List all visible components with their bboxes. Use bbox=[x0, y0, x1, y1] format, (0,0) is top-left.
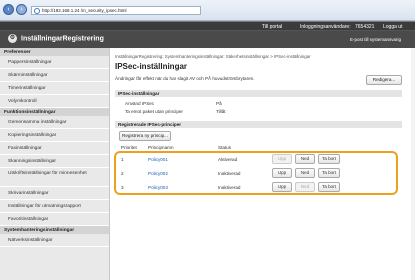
browser-page-icon bbox=[34, 8, 40, 14]
register-policy-button[interactable]: Registrera ny princip... bbox=[119, 131, 171, 141]
restart-notice: Ändringar får effekt när du har slagit A… bbox=[115, 76, 255, 81]
brand-title: ⚙ InställningarRegistrering bbox=[8, 34, 104, 43]
use-ipsec-value: På bbox=[216, 101, 222, 106]
policy-highlight-frame bbox=[114, 151, 398, 195]
sidebar-item-network[interactable]: Nätverksinställningar bbox=[0, 234, 109, 247]
sidebar-item-favorites[interactable]: Favoritinställningar bbox=[0, 213, 109, 226]
sidebar-item-printer[interactable]: Skrivarinställningar bbox=[0, 187, 109, 200]
sidebar-item-output-report[interactable]: Inställningar för utmatningsrapport bbox=[0, 200, 109, 213]
accept-value: Tillåt bbox=[216, 109, 226, 114]
portal-link[interactable]: Till portal bbox=[262, 24, 282, 30]
forward-arrow-icon[interactable]: › bbox=[16, 4, 27, 15]
settings-logo-icon: ⚙ bbox=[8, 34, 17, 43]
sidebar: Preferenser Pappersinställningar Skärmin… bbox=[0, 48, 110, 280]
mail-admin-link[interactable]: E-post till systemansvarig bbox=[350, 37, 401, 42]
accept-label: Ta emot paket utan principer bbox=[125, 109, 183, 114]
address-bar[interactable]: http://192.168.1.24 /m_security_ipsec.ht… bbox=[31, 6, 201, 15]
app-header: Till portal Inloggningsanvändare: 765432… bbox=[0, 21, 415, 48]
scrollbar[interactable] bbox=[411, 48, 415, 280]
col-status: Status bbox=[218, 145, 232, 150]
sidebar-item-paper[interactable]: Pappersinställningar bbox=[0, 56, 109, 69]
page-title: IPSec-inställningar bbox=[115, 62, 188, 71]
sidebar-item-display[interactable]: Skärminställningar bbox=[0, 69, 109, 82]
login-label: Inloggningsanvändare: bbox=[300, 24, 351, 30]
sidebar-group-functions: Funktionsinställningar bbox=[0, 108, 109, 116]
logout-link[interactable]: Logga ut bbox=[383, 24, 402, 30]
col-priority: Prioritet bbox=[121, 145, 137, 150]
edit-button[interactable]: Redigera... bbox=[366, 75, 402, 85]
back-arrow-icon[interactable]: ‹ bbox=[3, 4, 14, 15]
registered-section-header: Registrerade IPSec-principer bbox=[115, 121, 402, 128]
col-name: Principnamn bbox=[148, 145, 174, 150]
sidebar-group-preferences: Preferenser bbox=[0, 48, 109, 56]
sidebar-item-memory-print[interactable]: Utskriftsinställningar för minnesenhet bbox=[0, 168, 109, 187]
browser-toolbar: ‹ › http://192.168.1.24 /m_security_ipse… bbox=[0, 0, 415, 21]
ipsec-section-header: IPSec-inställningar bbox=[115, 90, 402, 97]
sidebar-group-system: Systemhanteringsinställningar bbox=[0, 226, 109, 234]
sidebar-item-scan[interactable]: Skanningsinställningar bbox=[0, 155, 109, 168]
address-url: http://192.168.1.24 /m_security_ipsec.ht… bbox=[42, 8, 127, 13]
sidebar-item-volume[interactable]: Volymkontroll bbox=[0, 95, 109, 108]
sidebar-item-timer[interactable]: Timerinställningar bbox=[0, 82, 109, 95]
sidebar-item-fax[interactable]: Faxinställningar bbox=[0, 142, 109, 155]
top-bar: Till portal Inloggningsanvändare: 765432… bbox=[0, 22, 415, 31]
breadcrumb: InställningarRegistrering: Systemhanteri… bbox=[115, 54, 311, 59]
use-ipsec-label: Använd IPSec bbox=[125, 101, 155, 106]
sidebar-item-common[interactable]: Gemensamma inställningar bbox=[0, 116, 109, 129]
sidebar-item-copy[interactable]: Kopieringsinställningar bbox=[0, 129, 109, 142]
login-value: 7654321 bbox=[355, 24, 375, 30]
